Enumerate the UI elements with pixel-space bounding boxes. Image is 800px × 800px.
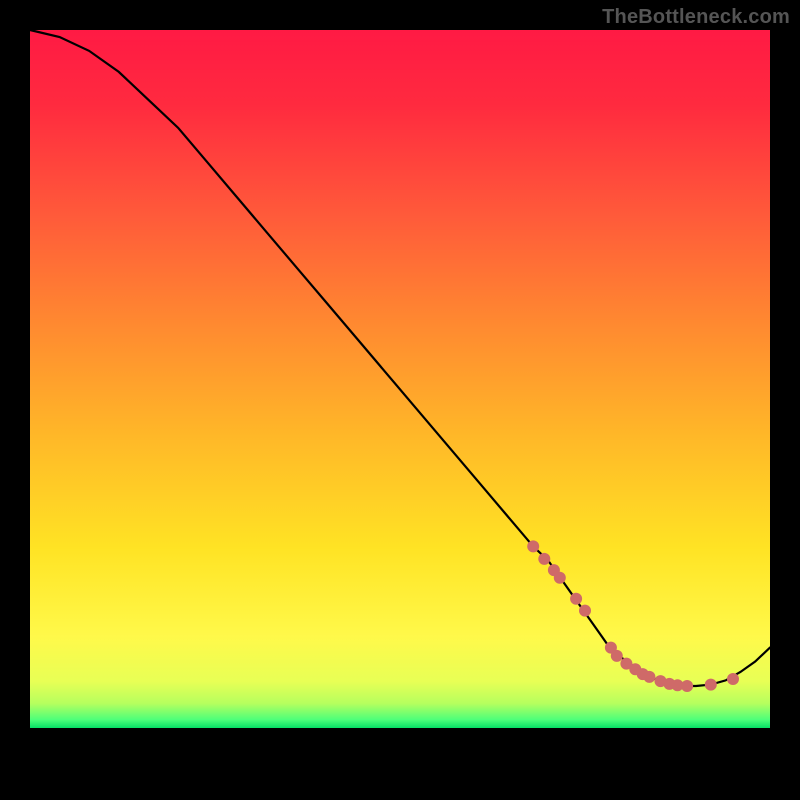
highlight-point — [681, 680, 693, 692]
highlight-point — [538, 553, 550, 565]
bottleneck-curve — [30, 30, 770, 686]
highlight-point — [727, 673, 739, 685]
highlight-point — [570, 593, 582, 605]
highlight-point — [579, 605, 591, 617]
marker-group — [527, 540, 739, 692]
highlight-point — [643, 671, 655, 683]
curve-layer — [30, 30, 770, 770]
highlight-point — [611, 650, 623, 662]
highlight-point — [554, 572, 566, 584]
watermark-text: TheBottleneck.com — [602, 6, 790, 29]
plot-area — [30, 30, 770, 770]
highlight-point — [705, 679, 717, 691]
highlight-point — [527, 540, 539, 552]
chart-frame: TheBottleneck.com — [0, 0, 800, 800]
